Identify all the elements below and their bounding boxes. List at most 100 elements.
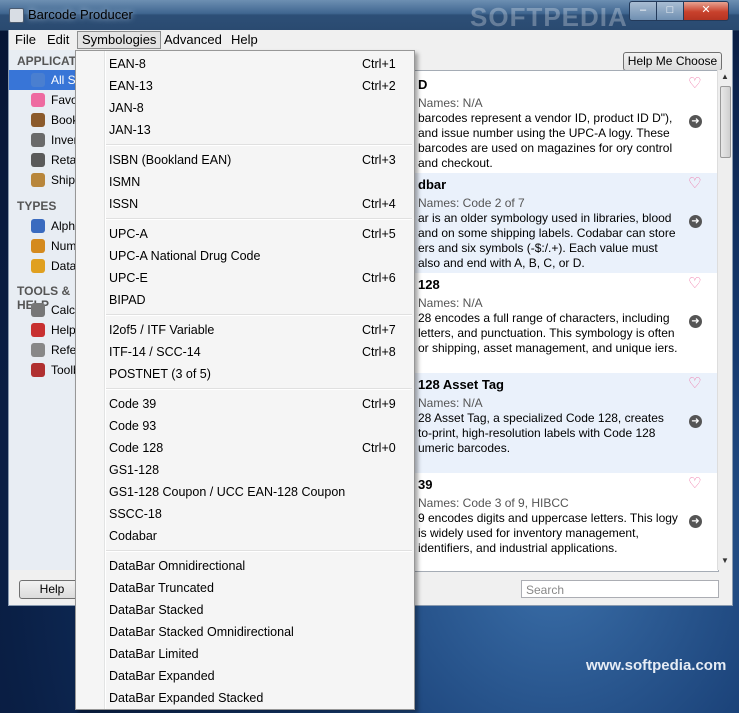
close-button[interactable]: ✕: [683, 1, 729, 21]
menu-item-shortcut: Ctrl+8: [362, 345, 396, 359]
menu-item-code-39[interactable]: Code 39 Ctrl+9: [76, 393, 414, 415]
menu-item-shortcut: Ctrl+4: [362, 197, 396, 211]
menu-item-isbn-bookland-ean[interactable]: ISBN (Bookland EAN) Ctrl+3: [76, 149, 414, 171]
menu-separator: [106, 314, 412, 316]
menu-item-sscc-18[interactable]: SSCC-18: [76, 503, 414, 525]
menu-advanced[interactable]: Advanced: [160, 32, 226, 48]
menu-item-code-128[interactable]: Code 128 Ctrl+0: [76, 437, 414, 459]
menu-item-databar-limited[interactable]: DataBar Limited: [76, 643, 414, 665]
menu-item-upc-a-national-drug-code[interactable]: UPC-A National Drug Code: [76, 245, 414, 267]
menu-item-label: ISBN (Bookland EAN): [109, 153, 232, 167]
menu-item-databar-stacked[interactable]: DataBar Stacked: [76, 599, 414, 621]
sidebar-item-alphanumeric[interactable]: Alphanumeric: [9, 216, 124, 236]
menu-item-label: EAN-8: [109, 57, 146, 71]
favorite-heart-icon[interactable]: ♡: [688, 74, 701, 92]
sidebar-item-toolbox[interactable]: Toolbox: [9, 360, 92, 380]
favorite-heart-icon[interactable]: ♡: [688, 474, 701, 492]
details-arrow-icon[interactable]: ➜: [689, 215, 702, 228]
menu-item-gs1-128-coupon-ucc-ean-128-coupon[interactable]: GS1-128 Coupon / UCC EAN-128 Coupon: [76, 481, 414, 503]
scroll-up-icon[interactable]: ▲: [718, 72, 732, 81]
menu-item-label: Code 93: [109, 419, 157, 433]
maximize-button[interactable]: □: [656, 1, 684, 21]
list-scrollbar[interactable]: ▲ ▼: [717, 70, 732, 570]
menu-item-databar-truncated[interactable]: DataBar Truncated: [76, 577, 414, 599]
favorite-heart-icon[interactable]: ♡: [688, 174, 701, 192]
menu-item-code-93[interactable]: Code 93: [76, 415, 414, 437]
sidebar-item-retail[interactable]: Retail: [9, 150, 82, 170]
menu-separator: [106, 550, 412, 552]
menu-item-bipad[interactable]: BIPAD: [76, 289, 414, 311]
search-input[interactable]: Search: [521, 580, 719, 598]
menu-separator: [106, 144, 412, 146]
symbology-description: barcodes represent a vendor ID, product …: [418, 111, 673, 170]
box-icon: [31, 173, 45, 187]
menu-item-ean-13[interactable]: EAN-13 Ctrl+2: [76, 75, 414, 97]
sidebar-item-calculator[interactable]: Calculator: [9, 300, 105, 320]
menu-item-databar-expanded-stacked[interactable]: DataBar Expanded Stacked: [76, 687, 414, 709]
symbology-title: D: [418, 77, 428, 92]
sidebar-item-inventory[interactable]: Inventory: [9, 130, 100, 150]
sidebar-item-reference[interactable]: Reference: [9, 340, 106, 360]
favorite-heart-icon[interactable]: ♡: [688, 374, 701, 392]
menu-item-label: DataBar Expanded Stacked: [109, 691, 264, 705]
menu-item-postnet-3-of-5[interactable]: POSTNET (3 of 5): [76, 363, 414, 385]
sidebar-item-label: Data: [51, 259, 77, 273]
menu-item-codabar[interactable]: Codabar: [76, 525, 414, 547]
sidebar-item-book-publishing[interactable]: Book Publishing: [9, 110, 137, 130]
menu-item-label: UPC-A National Drug Code: [109, 249, 261, 263]
help-me-choose-button[interactable]: Help Me Choose: [623, 52, 722, 71]
menu-item-databar-expanded[interactable]: DataBar Expanded: [76, 665, 414, 687]
menu-edit[interactable]: Edit: [43, 32, 73, 48]
menu-item-ean-8[interactable]: EAN-8 Ctrl+1: [76, 53, 414, 75]
menu-item-itf-14-scc-14[interactable]: ITF-14 / SCC-14 Ctrl+8: [76, 341, 414, 363]
menu-item-ismn[interactable]: ISMN: [76, 171, 414, 193]
symbology-aka: Names: N/A: [418, 296, 483, 310]
menu-item-label: JAN-8: [109, 101, 144, 115]
menu-item-jan-8[interactable]: JAN-8: [76, 97, 414, 119]
details-arrow-icon[interactable]: ➜: [689, 415, 702, 428]
register-icon: [31, 153, 45, 167]
symbology-aka: Names: Code 2 of 7: [418, 196, 525, 210]
symbology-title: 128 Asset Tag: [418, 377, 504, 392]
menu-item-databar-omnidirectional[interactable]: DataBar Omnidirectional: [76, 555, 414, 577]
menu-item-issn[interactable]: ISSN Ctrl+4: [76, 193, 414, 215]
window-title: Barcode Producer: [28, 7, 133, 22]
menu-item-label: ITF-14 / SCC-14: [109, 345, 201, 359]
scroll-thumb[interactable]: [720, 86, 731, 158]
symbology-title: dbar: [418, 177, 447, 192]
menu-item-upc-e[interactable]: UPC-E Ctrl+6: [76, 267, 414, 289]
sidebar-item-all-symbologies[interactable]: All Symbologies: [9, 70, 136, 90]
sidebar-item-numeric[interactable]: Numeric: [9, 236, 96, 256]
sidebar-item-data[interactable]: Data: [9, 256, 81, 276]
menu-item-label: BIPAD: [109, 293, 146, 307]
menu-item-shortcut: Ctrl+1: [362, 57, 396, 71]
menu-item-gs1-128[interactable]: GS1-128: [76, 459, 414, 481]
menu-item-label: UPC-E: [109, 271, 148, 285]
menu-item-jan-13[interactable]: JAN-13: [76, 119, 414, 141]
scroll-down-icon[interactable]: ▼: [718, 556, 732, 565]
menu-item-label: POSTNET (3 of 5): [109, 367, 211, 381]
menu-symbologies[interactable]: Symbologies: [77, 31, 162, 49]
menu-item-label: ISMN: [109, 175, 141, 189]
symbology-title: 128: [418, 277, 440, 292]
symbology-description: 28 Asset Tag, a specialized Code 128, cr…: [418, 411, 664, 455]
title-bar[interactable]: Barcode Producer SOFTPEDIA – □ ✕: [0, 0, 739, 32]
sidebar-item-favorites[interactable]: Favorites: [9, 90, 100, 110]
menu-item-databar-stacked-omnidirectional[interactable]: DataBar Stacked Omnidirectional: [76, 621, 414, 643]
menu-item-i2of5-itf-variable[interactable]: I2of5 / ITF Variable Ctrl+7: [76, 319, 414, 341]
calculator-icon: [31, 303, 45, 317]
menu-item-label: DataBar Stacked: [109, 603, 204, 617]
menu-help[interactable]: Help: [227, 32, 262, 48]
menu-item-label: Codabar: [109, 529, 157, 543]
menu-item-label: I2of5 / ITF Variable: [109, 323, 215, 337]
menu-file[interactable]: File: [11, 32, 40, 48]
sidebar-item-shipping[interactable]: Shipping: [9, 170, 98, 190]
details-arrow-icon[interactable]: ➜: [689, 115, 702, 128]
favorite-heart-icon[interactable]: ♡: [688, 274, 701, 292]
details-arrow-icon[interactable]: ➜: [689, 315, 702, 328]
symbology-aka: Names: N/A: [418, 96, 483, 110]
menu-item-upc-a[interactable]: UPC-A Ctrl+5: [76, 223, 414, 245]
details-arrow-icon[interactable]: ➜: [689, 515, 702, 528]
minimize-button[interactable]: –: [629, 1, 657, 21]
sidebar-item-help[interactable]: Help: [9, 320, 81, 340]
